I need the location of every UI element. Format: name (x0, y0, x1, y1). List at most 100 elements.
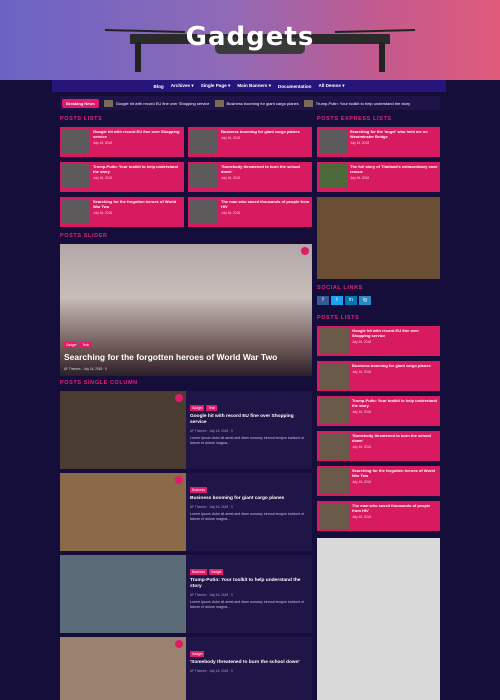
ticker-item[interactable]: Trump-Putin: Your toolkit to help unders… (303, 99, 411, 107)
social-links: f t in ig (317, 296, 371, 305)
post-title[interactable]: Trump-Putin: Your toolkit to help unders… (190, 578, 308, 590)
post-image (60, 637, 186, 700)
post-card[interactable]: Searching for the forgotten heroes of Wo… (60, 197, 184, 227)
camera-icon (175, 394, 183, 402)
post-image (60, 555, 186, 633)
post-card[interactable]: Trump-Putin: Your toolkit to help unders… (317, 396, 440, 426)
post-card[interactable]: 'Somebody threatened to burn the school … (188, 162, 312, 192)
post-thumb (190, 129, 218, 153)
post-date: July 16, 2018 (93, 141, 112, 145)
post-title: Searching for the forgotten heroes of Wo… (93, 199, 177, 209)
post-meta: AF Themes · July 16, 2018 · 0 (190, 429, 233, 433)
post-title: The full story of Thailand's extraordina… (350, 164, 438, 174)
post-thumb (319, 164, 347, 188)
post-title: Trump-Putin: Your toolkit to help unders… (93, 164, 178, 174)
post-image (60, 473, 186, 551)
tag[interactable]: Gadget (64, 342, 79, 348)
post-title: Searching for the 'angel' who held me on… (350, 129, 428, 139)
twitter-icon[interactable]: t (331, 296, 343, 305)
post-title[interactable]: Business booming for giant cargo planes (190, 496, 308, 502)
ticker-item[interactable]: Google hit with record EU fine over Shop… (103, 99, 210, 107)
post-thumb (319, 503, 349, 529)
post-meta: AF Themes · July 16, 2018 · 0 (190, 593, 233, 597)
post-date: July 16, 2018 (352, 340, 371, 344)
post-title: 'Somebody threatened to burn the school … (352, 433, 431, 443)
post-card[interactable]: Searching for the forgotten heroes of Wo… (317, 466, 440, 496)
post-title: Google hit with record EU fine over Shop… (352, 328, 419, 338)
single-post[interactable]: Gadget Tech Google hit with record EU fine… (60, 391, 312, 469)
post-card[interactable]: Trump-Putin: Your toolkit to help unders… (60, 162, 184, 192)
post-thumb (319, 129, 347, 153)
tag[interactable]: Gadget (190, 405, 205, 411)
nav-item-single-page[interactable]: Single Page ▾ (201, 83, 231, 89)
post-card[interactable]: Google hit with record EU fine over Shop… (60, 127, 184, 157)
post-slider[interactable]: Gadget Tech Searching for the forgotten h… (60, 244, 312, 376)
nav-item-main-banners[interactable]: Main Banners ▾ (237, 83, 271, 89)
ticker-item-title: Google hit with record EU fine over Shop… (115, 100, 210, 106)
post-date: July 16, 2018 (352, 480, 371, 484)
nav-item-archives[interactable]: Archives ▾ (171, 83, 194, 89)
slider-meta: AF Themes · July 16, 2018 · 0 (64, 367, 107, 371)
post-date: July 16, 2018 (352, 445, 371, 449)
tag[interactable]: Tech (206, 405, 218, 411)
post-thumb (62, 164, 90, 188)
ticker-thumb (303, 99, 313, 107)
search-icon[interactable] (301, 247, 309, 255)
post-tags: Business (190, 487, 308, 493)
tag[interactable]: Gadget (190, 651, 205, 657)
post-date: July 16, 2018 (93, 176, 112, 180)
sidebar-ad-image[interactable] (317, 538, 440, 700)
post-tags: Gadget (190, 651, 308, 657)
post-date: July 16, 2018 (221, 176, 240, 180)
post-date: July 16, 2018 (350, 176, 369, 180)
post-title: The man who saved thousands of people fr… (221, 199, 310, 209)
single-post[interactable]: Gadget 'Somebody threatened to burn the s… (60, 637, 312, 700)
express-card[interactable]: Searching for the 'angel' who held me on… (317, 127, 440, 157)
instagram-icon[interactable]: ig (359, 296, 371, 305)
post-thumb (319, 433, 349, 459)
ticker-item-title: Trump-Putin: Your toolkit to help unders… (315, 100, 411, 106)
post-excerpt: Lorem ipsum dolor sit amet,sed diam nonu… (190, 600, 305, 609)
post-meta: AF Themes · July 16, 2018 · 0 (190, 505, 233, 509)
post-card[interactable]: The man who saved thousands of people fr… (188, 197, 312, 227)
section-title-posts-lists: POSTS LISTS (60, 116, 103, 122)
post-thumb (62, 129, 90, 153)
nav-item-all-demos[interactable]: All Demos ▾ (318, 83, 344, 89)
linkedin-icon[interactable]: in (345, 296, 357, 305)
ticker-thumb (214, 99, 224, 107)
slider-tags: Gadget Tech (64, 342, 92, 348)
express-card[interactable]: The full story of Thailand's extraordina… (317, 162, 440, 192)
ticker-item-title: Business booming for giant cargo planes (226, 100, 299, 106)
post-card[interactable]: The man who saved thousands of people fr… (317, 501, 440, 531)
post-card[interactable]: 'Somebody threatened to burn the school … (317, 431, 440, 461)
facebook-icon[interactable]: f (317, 296, 329, 305)
single-post[interactable]: Business Gadget Trump-Putin: Your toolkit … (60, 555, 312, 633)
tag[interactable]: Business (190, 487, 207, 493)
post-card[interactable]: Google hit with record EU fine over Shop… (317, 326, 440, 356)
post-date: July 16, 2018 (352, 370, 371, 374)
post-title[interactable]: 'Somebody threatened to burn the school … (190, 660, 308, 666)
post-thumb (319, 398, 349, 424)
post-title[interactable]: Google hit with record EU fine over Shop… (190, 414, 308, 426)
breaking-news-label: Breaking News (62, 98, 99, 108)
post-title: Trump-Putin: Your toolkit to help unders… (352, 398, 437, 408)
post-card[interactable]: Business booming for giant cargo planes J… (188, 127, 312, 157)
camera-icon (175, 476, 183, 484)
post-date: July 16, 2018 (352, 410, 371, 414)
section-title-posts-single-column: POSTS SINGLE COLUMN (60, 380, 138, 386)
express-feature-image[interactable] (317, 197, 440, 279)
post-date: July 16, 2018 (221, 136, 240, 140)
tag[interactable]: Tech (80, 342, 92, 348)
nav-item-documentation[interactable]: Documentation (278, 84, 311, 89)
slider-title[interactable]: Searching for the forgotten heroes of Wo… (64, 352, 277, 362)
single-post[interactable]: Business Business booming for giant cargo… (60, 473, 312, 551)
ticker-item[interactable]: Business booming for giant cargo planes (214, 99, 299, 107)
section-title-posts-express: POSTS EXPRESS LISTS (317, 116, 392, 122)
nav-item-blog[interactable]: Blog (153, 84, 163, 89)
tag[interactable]: Business (190, 569, 207, 575)
post-card[interactable]: Business booming for giant cargo planes J… (317, 361, 440, 391)
site-title[interactable]: Gadgets (0, 22, 500, 52)
tag[interactable]: Gadget (208, 569, 224, 575)
section-title-posts-lists-right: POSTS LISTS (317, 315, 360, 321)
camera-icon (175, 640, 183, 648)
